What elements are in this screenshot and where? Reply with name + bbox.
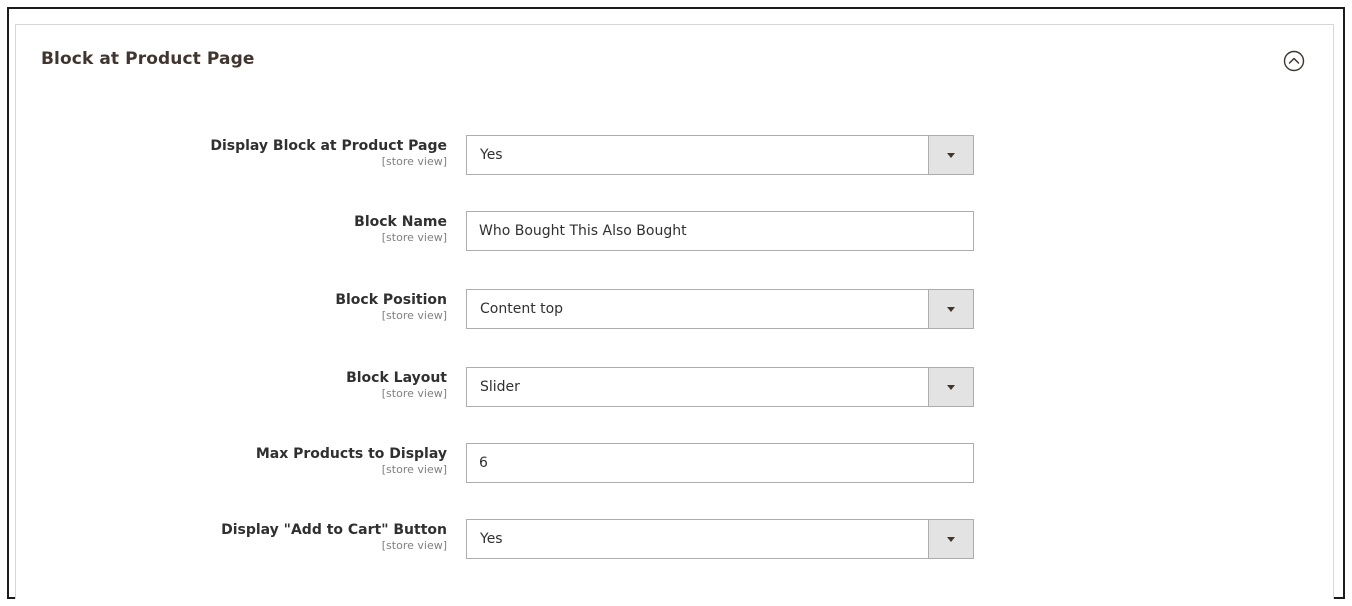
select-arrow[interactable]: [928, 290, 973, 328]
field-label: Block Layout: [346, 370, 447, 386]
add-to-cart-button-select[interactable]: Yes: [466, 519, 974, 559]
field-scope: [store view]: [381, 539, 447, 552]
select-arrow[interactable]: [928, 520, 973, 558]
field-row-block-layout: Block Layout [store view] Slider: [16, 367, 1335, 407]
select-value: Content top: [480, 301, 564, 317]
select-value: Slider: [480, 379, 520, 395]
field-scope: [store view]: [381, 231, 447, 244]
chevron-up-circle-icon: [1283, 50, 1305, 72]
triangle-down-icon: [947, 537, 955, 542]
field-label: Block Position: [335, 292, 447, 308]
field-scope: [store view]: [381, 463, 447, 476]
config-section: Block at Product Page Display Block at P…: [15, 24, 1334, 599]
select-value: Yes: [480, 147, 503, 163]
field-scope: [store view]: [381, 155, 447, 168]
block-position-select[interactable]: Content top: [466, 289, 974, 329]
section-title: Block at Product Page: [41, 49, 255, 69]
max-products-input[interactable]: [467, 444, 973, 482]
select-arrow[interactable]: [928, 368, 973, 406]
triangle-down-icon: [947, 153, 955, 158]
collapse-section-button[interactable]: [1283, 50, 1305, 72]
field-row-block-position: Block Position [store view] Content top: [16, 289, 1335, 329]
field-row-max-products: Max Products to Display [store view]: [16, 443, 1335, 483]
triangle-down-icon: [947, 307, 955, 312]
field-label: Block Name: [354, 214, 447, 230]
select-value: Yes: [480, 531, 503, 547]
field-label: Display "Add to Cart" Button: [221, 522, 447, 538]
field-row-add-to-cart: Display "Add to Cart" Button [store view…: [16, 519, 1335, 559]
select-arrow[interactable]: [928, 136, 973, 174]
field-label: Display Block at Product Page: [210, 138, 447, 154]
field-label: Max Products to Display: [255, 446, 447, 462]
field-row-block-name: Block Name [store view]: [16, 211, 1335, 251]
block-layout-select[interactable]: Slider: [466, 367, 974, 407]
block-name-input[interactable]: [467, 212, 973, 250]
field-row-display-block: Display Block at Product Page [store vie…: [16, 135, 1335, 175]
field-scope: [store view]: [381, 309, 447, 322]
max-products-field[interactable]: [466, 443, 974, 483]
triangle-down-icon: [947, 385, 955, 390]
field-scope: [store view]: [381, 387, 447, 400]
block-name-field[interactable]: [466, 211, 974, 251]
display-block-select[interactable]: Yes: [466, 135, 974, 175]
